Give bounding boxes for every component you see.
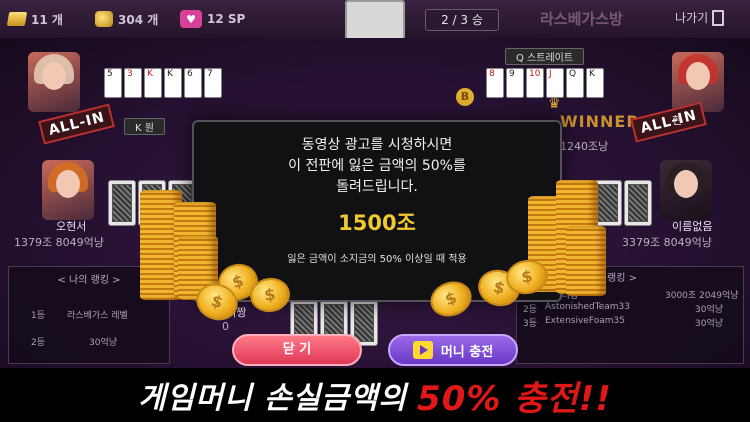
rank-number: 2등 xyxy=(31,338,46,348)
exit-button[interactable]: 나가기 xyxy=(675,9,725,26)
top-right-cards: 8 9 10 J Q K xyxy=(486,68,604,98)
money-charge-label: 머니 충전 xyxy=(440,344,494,360)
card: Q xyxy=(566,68,584,98)
ranking-row: 2등 30억냥 xyxy=(31,335,169,348)
card: 6 xyxy=(184,68,202,98)
dialog-line-2: 이 전판에 잃은 금액의 50%를 xyxy=(288,158,466,174)
card: 5 xyxy=(104,68,122,98)
room-ranking-title: 랭킹 > xyxy=(607,273,637,284)
card: K xyxy=(144,68,162,98)
round-indicator: 2 / 3 승 xyxy=(425,9,499,31)
rank-value: 3000조 2049억냥 xyxy=(665,291,739,301)
money-charge-button[interactable]: 머니 충전 xyxy=(388,334,518,366)
top-left-hand-label: K 원 xyxy=(124,118,165,135)
dialog-note: 잃은 금액이 소지금의 50% 이상일 때 적용 xyxy=(287,254,467,265)
mid-right-name: 이름없음 xyxy=(672,220,713,233)
rank-value: 30억냥 xyxy=(695,319,724,329)
coin-stack-icon xyxy=(566,226,606,296)
card: 3 xyxy=(124,68,142,98)
card-back xyxy=(594,180,622,226)
sp-stat: ♥ 12 SP xyxy=(180,8,245,30)
coin-count: 304 개 xyxy=(118,12,159,27)
dialog-line-3: 돌려드립니다. xyxy=(336,179,418,195)
card: 9 xyxy=(506,68,524,98)
ranking-row: 3등 ExtensiveFoam35 30억냥 xyxy=(523,316,743,329)
dealer-badge: B xyxy=(456,88,474,106)
card: J xyxy=(546,68,564,98)
top-right-money: 1240조낭 xyxy=(560,140,609,153)
card: 10 xyxy=(526,68,544,98)
gold-count: 11 개 xyxy=(31,12,63,27)
rank-name: ExtensiveFoam35 xyxy=(545,316,625,326)
sp-count: 12 SP xyxy=(207,12,246,26)
rank-value: 30억냥 xyxy=(89,338,118,348)
promo-text-red: 50% 충전!! xyxy=(417,378,612,419)
close-button[interactable]: 닫 기 xyxy=(232,334,362,366)
avatar-mid-right xyxy=(660,160,712,220)
gold-stat: 11 개 xyxy=(6,8,63,30)
crown-icon: ♛ xyxy=(548,96,561,112)
card-back xyxy=(108,180,136,226)
rank-number: 3등 xyxy=(523,319,538,329)
exit-door-icon xyxy=(712,9,725,26)
coin-stat: 304 개 xyxy=(95,8,158,30)
room-title: 라스베가스방 xyxy=(540,10,623,28)
ranking-row: 1등 라스베가스 레벨 xyxy=(31,308,169,321)
rank-number: 2등 xyxy=(523,305,538,315)
top-right-hand-label: Q 스트레이트 xyxy=(505,48,585,65)
mid-left-money: 1379조 8049억냥 xyxy=(14,236,104,249)
heart-icon: ♥ xyxy=(180,10,202,28)
rank-value: 30억냥 xyxy=(695,305,724,315)
top-right-name: 현 xyxy=(672,114,683,127)
bottom-player-money: 0 xyxy=(222,320,229,333)
promo-banner: 게임머니 손실금액의 50% 충전!! xyxy=(0,368,750,422)
promo-text-white: 게임머니 손실금액의 xyxy=(138,381,408,416)
avatar-top-left xyxy=(28,52,80,112)
mid-left-name: 오현서 xyxy=(56,220,87,233)
card: 8 xyxy=(486,68,504,98)
rank-name: AstonishedTeam33 xyxy=(545,302,630,312)
top-left-cards: 5 3 K K 6 7 xyxy=(104,68,222,98)
refund-amount: 1500조 xyxy=(338,211,416,235)
winner-banner: WINNER xyxy=(560,112,640,131)
avatar-mid-left xyxy=(42,160,94,220)
rank-number: 1등 xyxy=(31,311,46,321)
deck-card-back xyxy=(345,0,405,40)
card-back xyxy=(624,180,652,226)
gold-bar-icon xyxy=(6,12,28,26)
coin-pouch-icon xyxy=(95,11,113,27)
ranking-row: 2등 AstonishedTeam33 30억냥 xyxy=(523,302,743,315)
exit-label: 나가기 xyxy=(675,11,709,25)
dialog-line-1: 동영상 광고를 시청하시면 xyxy=(301,137,453,153)
play-video-icon xyxy=(412,341,433,359)
mid-right-money: 3379조 8049억냥 xyxy=(622,236,712,249)
rank-name: 라스베가스 레벨 xyxy=(67,311,128,321)
card: K xyxy=(586,68,604,98)
card: K xyxy=(164,68,182,98)
card: 7 xyxy=(204,68,222,98)
